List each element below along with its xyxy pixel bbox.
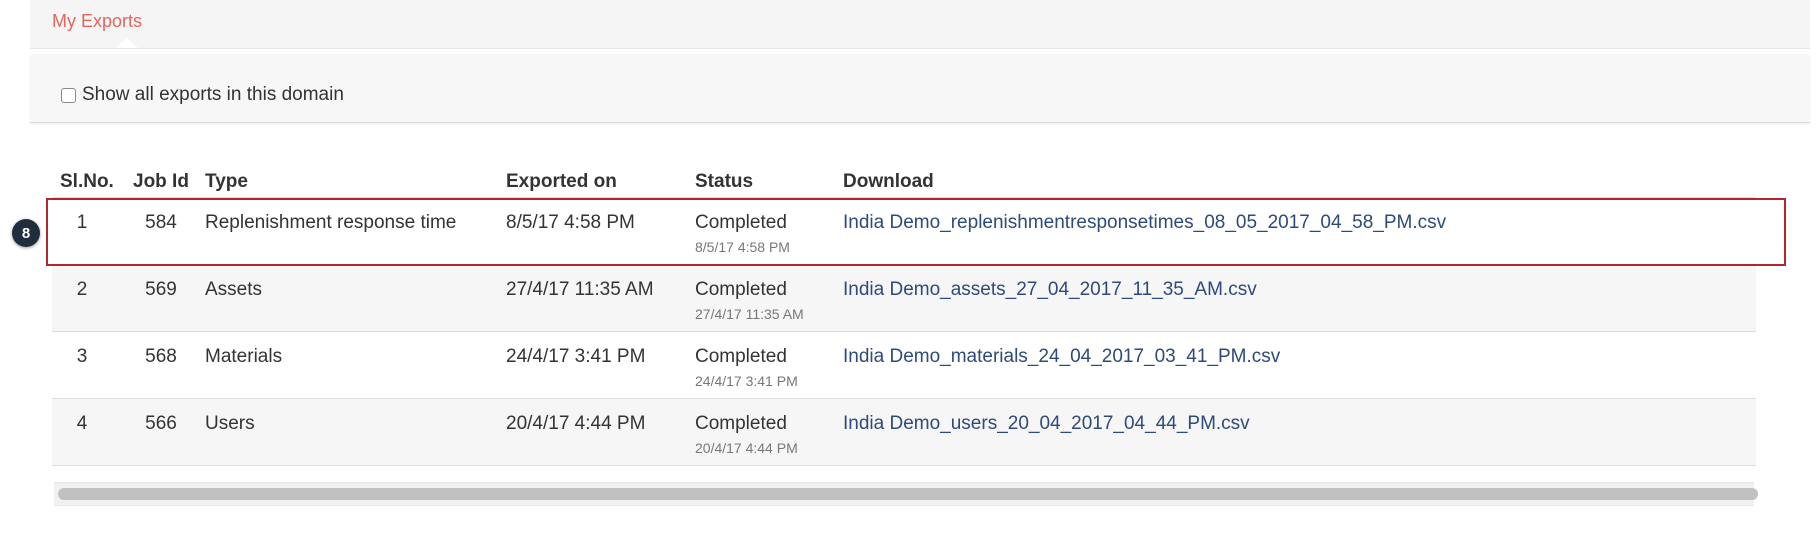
job-id-cell: 569 xyxy=(145,279,177,300)
status-time: 8/5/17 4:58 PM xyxy=(695,239,790,255)
table-header: Sl.No. Job Id Type Exported on Status Do… xyxy=(52,165,1756,198)
exported-on-cell: 24/4/17 3:41 PM xyxy=(506,346,646,367)
exports-table: Sl.No. Job Id Type Exported on Status Do… xyxy=(52,165,1756,466)
download-link[interactable]: India Demo_users_20_04_2017_04_44_PM.csv xyxy=(843,413,1250,435)
sl-no-cell: 1 xyxy=(76,212,88,233)
table-row: 2 569 Assets 27/4/17 11:35 AM Completed … xyxy=(52,265,1756,332)
column-header-job-id: Job Id xyxy=(133,171,189,192)
column-header-download: Download xyxy=(843,171,934,192)
status-time: 27/4/17 11:35 AM xyxy=(695,306,804,322)
step-number-badge: 8 xyxy=(12,219,40,247)
type-cell: Materials xyxy=(205,346,283,367)
job-id-cell: 584 xyxy=(145,212,177,233)
scrollbar-thumb[interactable] xyxy=(58,488,1758,500)
show-all-exports-label[interactable]: Show all exports in this domain xyxy=(82,84,344,106)
tab-bar: My Exports xyxy=(30,0,1810,49)
type-cell: Replenishment response time xyxy=(205,212,457,233)
table-row: 3 568 Materials 24/4/17 3:41 PM Complete… xyxy=(52,332,1756,399)
filter-bar: Show all exports in this domain xyxy=(30,54,1810,123)
status-cell: Completed xyxy=(695,212,787,233)
status-cell: Completed xyxy=(695,346,787,367)
type-cell: Assets xyxy=(205,279,263,300)
sl-no-cell: 3 xyxy=(76,346,88,367)
exported-on-cell: 20/4/17 4:44 PM xyxy=(506,413,646,434)
status-time: 24/4/17 3:41 PM xyxy=(695,373,798,389)
horizontal-scrollbar[interactable] xyxy=(54,482,1758,506)
sl-no-cell: 4 xyxy=(76,413,88,434)
download-link[interactable]: India Demo_assets_27_04_2017_11_35_AM.cs… xyxy=(843,279,1257,301)
type-cell: Users xyxy=(205,413,255,434)
exported-on-cell: 8/5/17 4:58 PM xyxy=(506,212,635,233)
status-cell: Completed xyxy=(695,413,787,434)
download-link[interactable]: India Demo_materials_24_04_2017_03_41_PM… xyxy=(843,346,1280,368)
table-row: 1 584 Replenishment response time 8/5/17… xyxy=(52,198,1756,265)
download-link[interactable]: India Demo_replenishmentresponsetimes_08… xyxy=(843,212,1446,234)
column-header-exported-on: Exported on xyxy=(506,171,617,192)
column-header-sl-no: Sl.No. xyxy=(60,171,114,192)
status-time: 20/4/17 4:44 PM xyxy=(695,440,798,456)
show-all-exports-option[interactable]: Show all exports in this domain xyxy=(61,84,344,106)
status-cell: Completed xyxy=(695,279,787,300)
table-row: 4 566 Users 20/4/17 4:44 PM Completed 20… xyxy=(52,399,1756,466)
active-tab-caret xyxy=(116,38,138,48)
column-header-type: Type xyxy=(205,171,248,192)
exported-on-cell: 27/4/17 11:35 AM xyxy=(506,279,654,300)
tab-my-exports[interactable]: My Exports xyxy=(52,11,142,32)
job-id-cell: 566 xyxy=(145,413,177,434)
show-all-exports-checkbox[interactable] xyxy=(61,87,76,103)
column-header-status: Status xyxy=(695,171,754,192)
sl-no-cell: 2 xyxy=(76,279,88,300)
job-id-cell: 568 xyxy=(145,346,177,367)
